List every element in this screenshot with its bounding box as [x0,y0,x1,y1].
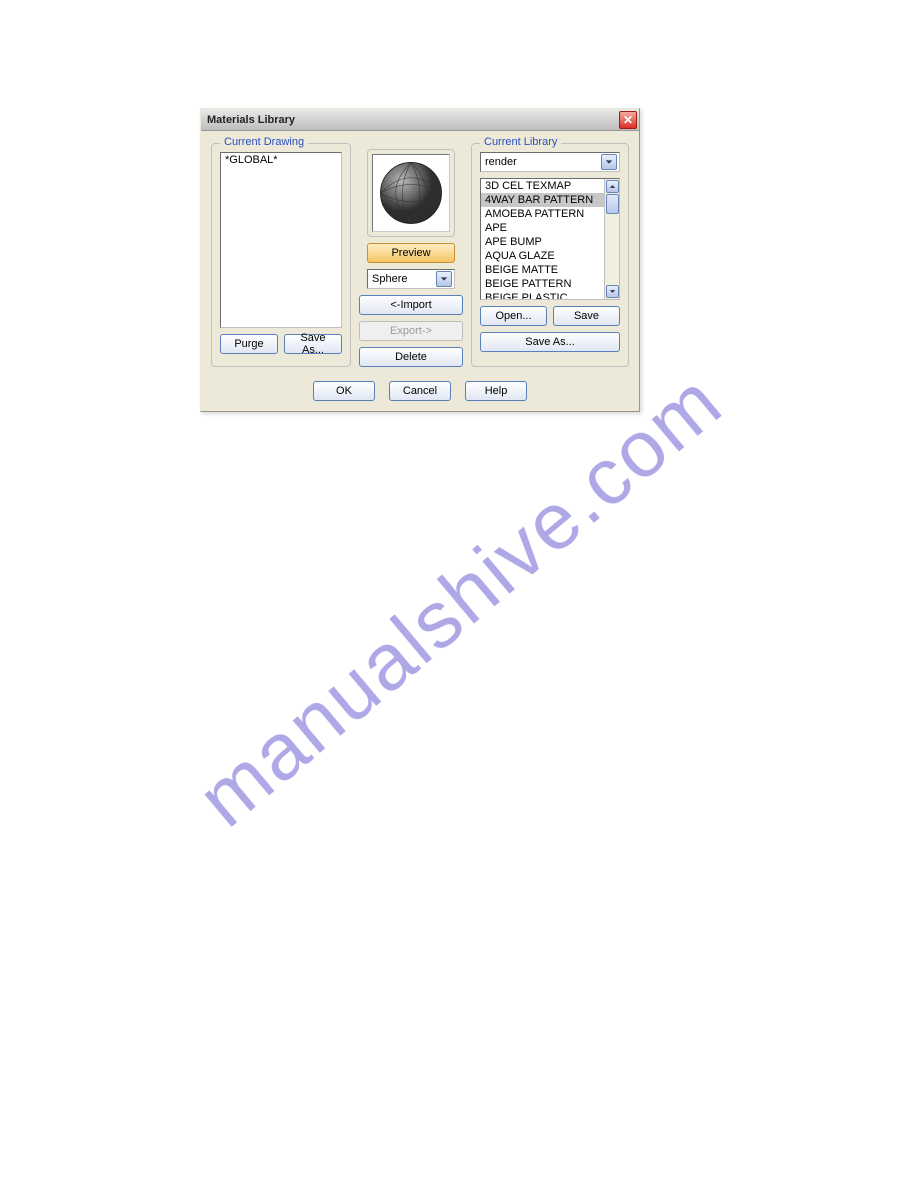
scroll-thumb[interactable] [606,194,619,214]
library-saveas-button[interactable]: Save As... [480,332,620,352]
save-button[interactable]: Save [553,306,620,326]
current-drawing-legend: Current Drawing [220,136,308,148]
ok-button[interactable]: OK [313,381,375,401]
list-item[interactable]: *GLOBAL* [221,153,341,167]
export-button: Export-> [359,321,463,341]
preview-column: Preview Sphere <-Import Export-> Delete [359,143,463,367]
purge-button[interactable]: Purge [220,334,278,354]
material-preview [372,154,450,232]
current-drawing-group: Current Drawing *GLOBAL* Purge Save As..… [211,143,351,367]
list-item[interactable]: AQUA GLAZE [481,249,604,263]
materials-library-dialog: Materials Library ✕ Current Drawing *GLO… [200,108,640,412]
list-item[interactable]: 4WAY BAR PATTERN [481,193,604,207]
library-list[interactable]: 3D CEL TEXMAP4WAY BAR PATTERNAMOEBA PATT… [481,179,604,299]
shape-select-value: Sphere [372,273,407,285]
current-drawing-list[interactable]: *GLOBAL* [220,152,342,328]
shape-select[interactable]: Sphere [367,269,455,289]
open-button[interactable]: Open... [480,306,547,326]
list-item[interactable]: APE [481,221,604,235]
list-item[interactable]: BEIGE PLASTIC [481,291,604,299]
drawing-saveas-button[interactable]: Save As... [284,334,342,354]
scroll-up-icon[interactable] [606,180,619,193]
chevron-down-icon[interactable] [601,154,617,170]
import-button[interactable]: <-Import [359,295,463,315]
help-button[interactable]: Help [465,381,527,401]
titlebar: Materials Library ✕ [201,109,639,131]
scrollbar[interactable] [604,179,619,299]
close-button[interactable]: ✕ [619,111,637,129]
list-item[interactable]: AMOEBA PATTERN [481,207,604,221]
cancel-button[interactable]: Cancel [389,381,451,401]
library-select-value: render [485,156,517,168]
dialog-footer: OK Cancel Help [201,377,639,411]
scroll-down-icon[interactable] [606,285,619,298]
sphere-preview-icon [376,158,446,228]
library-select[interactable]: render [480,152,620,172]
preview-frame [367,149,455,237]
list-item[interactable]: APE BUMP [481,235,604,249]
list-item[interactable]: BEIGE PATTERN [481,277,604,291]
dialog-title: Materials Library [207,114,295,126]
current-library-group: Current Library render 3D CEL TEXMAP4WAY… [471,143,629,367]
close-icon: ✕ [623,113,633,127]
chevron-down-icon[interactable] [436,271,452,287]
list-item[interactable]: 3D CEL TEXMAP [481,179,604,193]
preview-button[interactable]: Preview [367,243,455,263]
dialog-body: Current Drawing *GLOBAL* Purge Save As..… [201,131,639,377]
current-library-legend: Current Library [480,136,561,148]
delete-button[interactable]: Delete [359,347,463,367]
list-item[interactable]: BEIGE MATTE [481,263,604,277]
